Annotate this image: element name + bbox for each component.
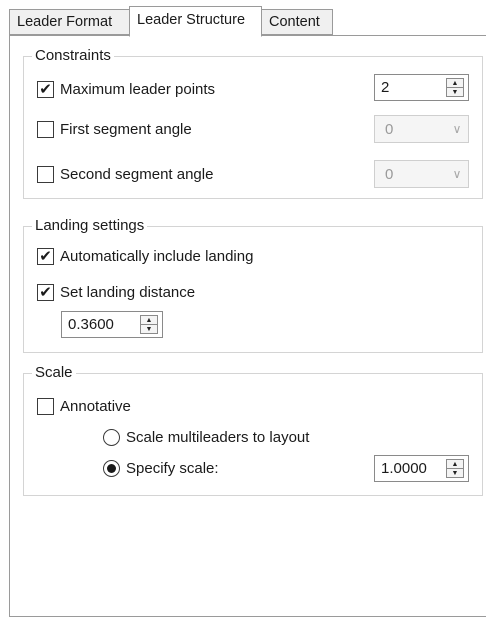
spin-up-icon[interactable]: ▲ xyxy=(447,460,463,468)
landing-settings-title: Landing settings xyxy=(32,217,148,235)
check-icon: ✔ xyxy=(39,80,52,98)
set-landing-distance-row[interactable]: ✔ Set landing distance xyxy=(37,281,195,303)
first-segment-angle-combo[interactable]: 0 ∨ xyxy=(374,115,469,143)
annotative-row[interactable]: Annotative xyxy=(37,395,131,417)
spinner-buttons[interactable]: ▲ ▼ xyxy=(140,315,158,334)
scale-to-layout-row[interactable]: Scale multileaders to layout xyxy=(103,426,309,448)
tab-leader-structure[interactable]: Leader Structure xyxy=(129,6,262,37)
specify-scale-radio[interactable] xyxy=(103,459,120,477)
max-leader-points-checkbox[interactable]: ✔ xyxy=(37,80,54,98)
specify-scale-label: Specify scale: xyxy=(126,459,219,477)
scale-title: Scale xyxy=(32,364,76,382)
set-landing-distance-label: Set landing distance xyxy=(60,283,196,301)
max-leader-points-value[interactable]: 2 xyxy=(375,79,446,96)
scale-value[interactable]: 1.0000 xyxy=(375,460,446,477)
scale-value-spinner[interactable]: 1.0000 ▲ ▼ xyxy=(374,455,469,482)
check-icon: ✔ xyxy=(39,283,52,301)
radio-selected-dot xyxy=(107,463,116,473)
specify-scale-row[interactable]: Specify scale: xyxy=(103,457,219,479)
landing-distance-value[interactable]: 0.3600 xyxy=(62,316,140,333)
chevron-down-icon[interactable]: ∨ xyxy=(446,122,468,136)
annotative-checkbox[interactable] xyxy=(37,397,54,415)
max-leader-points-row[interactable]: ✔ Maximum leader points xyxy=(37,78,215,100)
second-segment-angle-combo[interactable]: 0 ∨ xyxy=(374,160,469,188)
auto-include-landing-checkbox[interactable]: ✔ xyxy=(37,247,54,265)
auto-include-landing-label: Automatically include landing xyxy=(60,247,254,265)
tab-leader-format[interactable]: Leader Format xyxy=(9,9,130,35)
second-segment-angle-row[interactable]: Second segment angle xyxy=(37,163,213,185)
spin-up-icon[interactable]: ▲ xyxy=(141,316,157,324)
scale-to-layout-radio[interactable] xyxy=(103,428,120,446)
spin-down-icon[interactable]: ▼ xyxy=(447,87,463,96)
spinner-buttons[interactable]: ▲ ▼ xyxy=(446,78,464,97)
set-landing-distance-checkbox[interactable]: ✔ xyxy=(37,283,54,301)
auto-include-landing-row[interactable]: ✔ Automatically include landing xyxy=(37,245,253,267)
chevron-down-icon[interactable]: ∨ xyxy=(446,167,468,181)
first-segment-angle-label: First segment angle xyxy=(60,120,192,138)
second-segment-angle-checkbox[interactable] xyxy=(37,165,54,183)
check-icon: ✔ xyxy=(39,247,52,265)
scale-to-layout-label: Scale multileaders to layout xyxy=(126,428,310,446)
spinner-buttons[interactable]: ▲ ▼ xyxy=(446,459,464,478)
first-segment-angle-row[interactable]: First segment angle xyxy=(37,118,192,140)
first-segment-angle-value: 0 xyxy=(385,120,394,138)
tab-strip: Leader Format Leader Structure Content xyxy=(0,0,486,37)
spin-up-icon[interactable]: ▲ xyxy=(447,79,463,87)
annotative-label: Annotative xyxy=(60,397,131,415)
second-segment-angle-value: 0 xyxy=(385,165,394,183)
spin-down-icon[interactable]: ▼ xyxy=(141,324,157,333)
spin-down-icon[interactable]: ▼ xyxy=(447,468,463,477)
constraints-title: Constraints xyxy=(32,47,114,65)
first-segment-angle-checkbox[interactable] xyxy=(37,120,54,138)
tab-content[interactable]: Content xyxy=(261,9,333,35)
landing-distance-spinner[interactable]: 0.3600 ▲ ▼ xyxy=(61,311,163,338)
max-leader-points-spinner[interactable]: 2 ▲ ▼ xyxy=(374,74,469,101)
second-segment-angle-label: Second segment angle xyxy=(60,165,214,183)
max-leader-points-label: Maximum leader points xyxy=(60,80,216,98)
